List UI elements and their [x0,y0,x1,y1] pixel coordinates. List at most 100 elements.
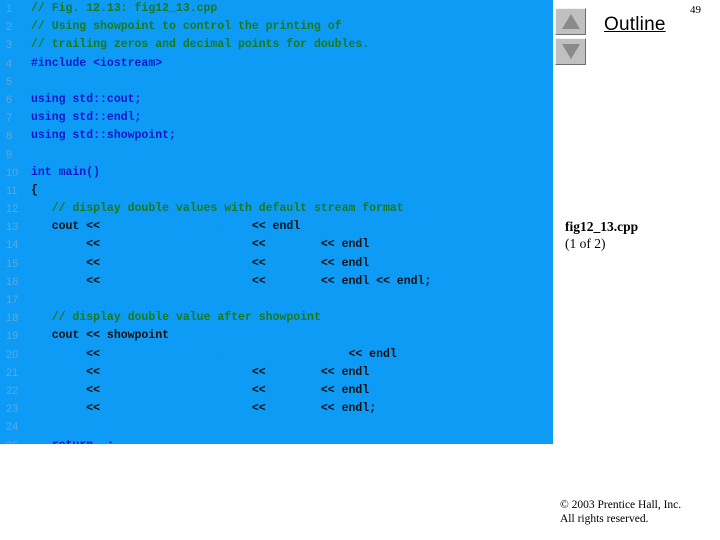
code-token-plain: << endl << endl; [313,274,432,288]
code-line-number: 6 [6,93,13,106]
code-token-plain: << [31,238,107,252]
code-line-text: cout << "Printed with cout:" << endl [31,218,300,236]
code-line: 20 << "Printed with cout and showpoint:"… [0,346,553,364]
code-line: 11 { [0,182,553,200]
code-line: 21 << "9.9900 prints as: " << 9.9900 << … [0,364,553,382]
code-line: 15 << "9.9000 prints as: " << 9.9000 << … [0,255,553,273]
code-line: 14 << "9.9900 prints as: " << 9.9900 << … [0,236,553,254]
code-line: 24 [0,418,553,436]
code-line: 18 // display double value after showpoi… [0,309,553,327]
code-line: 23 << "9.0000 prints as: " << 9.0000 << … [0,400,553,418]
copyright-footer: © 2003 Prentice Hall, Inc. All rights re… [560,498,681,526]
code-token-plain: << endl [313,256,370,270]
code-line-text: cout << showpoint [31,327,169,345]
code-line-number: 10 [6,166,19,179]
code-line: 1 // Fig. 12.13: fig12_13.cpp [0,0,553,18]
code-token-plain: << [31,274,107,288]
code-token-hidden: "9.9000 prints as: " [106,383,245,397]
code-token-key: using std::cout; [31,92,142,106]
code-token-hidden: "Printed with cout:" [106,220,245,234]
code-line-number: 16 [6,275,19,288]
copyright-line-2: All rights reserved. [560,513,649,525]
code-token-hidden: "9.9900 prints as: " [106,238,245,252]
code-token-plain: << [31,402,107,416]
code-line-text: #include <iostream> [31,55,162,73]
code-line-text: << "Printed with cout and showpoint:" <<… [31,346,397,364]
code-line: 2 // Using showpoint to control the print… [0,18,553,36]
code-token-plain: << [31,347,107,361]
code-token-comment: // trailing zeros and decimal points for… [31,38,370,52]
code-line-number: 11 [6,184,18,197]
code-token-comment: // Using showpoint to control the printi… [31,20,342,34]
code-token-hidden: 9.9000 [272,383,314,397]
code-token-hidden: "9.0000 prints as: " [106,274,245,288]
code-token-comment: // display double value after showpoint [51,311,321,325]
code-line-text: using std::cout; [31,91,141,109]
code-line-number: 17 [6,294,19,306]
code-token-plain: << endl [244,220,301,234]
code-line-text: int main() [31,164,100,182]
code-line-number: 13 [6,221,19,234]
code-line: 3 // trailing zeros and decimal points fo… [0,36,553,54]
code-token-key: using std::showpoint; [31,129,176,143]
code-line: 9 [0,146,553,164]
code-token-hidden: "9.0000 prints as: " [106,402,245,416]
code-token-pre: #include <iostream> [31,56,163,70]
code-line: 16 << "9.0000 prints as: " << 9.0000 << … [0,273,553,291]
code-token-plain: << [31,383,107,397]
code-line: 25 return 0; [0,437,553,445]
code-token-key: return [52,439,93,445]
code-token-plain: << [244,274,273,288]
code-token-hidden: 9.9000 [272,256,314,270]
code-line-text: << "9.0000 prints as: " << 9.0000 << end… [31,273,431,291]
code-line: 19 cout << showpoint [0,327,553,345]
code-line-number: 2 [6,21,13,34]
code-line-text: { [31,182,38,200]
code-line-number: 23 [6,403,19,416]
code-line: 6 using std::cout; [0,91,553,109]
code-line-number: 5 [6,75,13,88]
code-token-plain: cout << showpoint [31,329,170,343]
code-token-plain: << [244,238,273,252]
code-token-plain: cout << [31,220,107,234]
code-token-key: ; [107,439,114,445]
code-line-text: << "9.9900 prints as: " << 9.9900 << end… [31,236,369,254]
code-token-hidden: 9.0000 [272,402,314,416]
code-line-number: 20 [6,348,19,361]
code-line-text: // display double value after showpoint [31,309,321,327]
copyright-line-1: © 2003 Prentice Hall, Inc. [560,499,682,511]
code-token-plain: << endl [313,365,370,379]
source-file-part: (1 of 2) [565,236,606,251]
code-line-number: 14 [6,239,19,252]
code-token-plain: << [244,383,273,397]
code-line: 12 // display double values with default… [0,200,553,218]
code-token-hidden: 9.9900 [272,365,314,379]
code-token-plain: << [244,402,273,416]
code-line: 7 using std::endl; [0,109,553,127]
code-line-number: 25 [0,437,26,445]
source-file-label: fig12_13.cpp (1 of 2) [565,218,638,252]
code-token-plain: << [244,365,273,379]
code-line-number: 12 [6,203,19,216]
outline-title: Outline [604,14,666,35]
code-token-hidden: 9.0000 [272,274,314,288]
outline-scroll-down-button[interactable] [555,38,586,65]
code-line-text: // display double values with default st… [31,200,404,218]
code-line-number: 7 [6,112,13,125]
triangle-up-icon [561,14,580,29]
code-line: 17 [0,291,553,309]
code-line-number: 15 [6,257,19,270]
code-line: 10 int main() [0,164,553,182]
code-token-key: int main() [31,165,101,179]
code-token-hidden: "9.9900 prints as: " [106,365,245,379]
code-line: 8 using std::showpoint; [0,127,553,145]
outline-scroll-up-button[interactable] [555,8,586,35]
code-line-text: // Fig. 12.13: fig12_13.cpp [31,0,217,18]
code-token-plain: << [31,256,107,270]
code-line-text: << "9.9000 prints as: " << 9.9000 << end… [31,382,369,400]
code-listing-panel: 1 // Fig. 12.13: fig12_13.cpp 2 // Using sh… [0,0,553,444]
outline-scroll-controls [555,8,587,66]
